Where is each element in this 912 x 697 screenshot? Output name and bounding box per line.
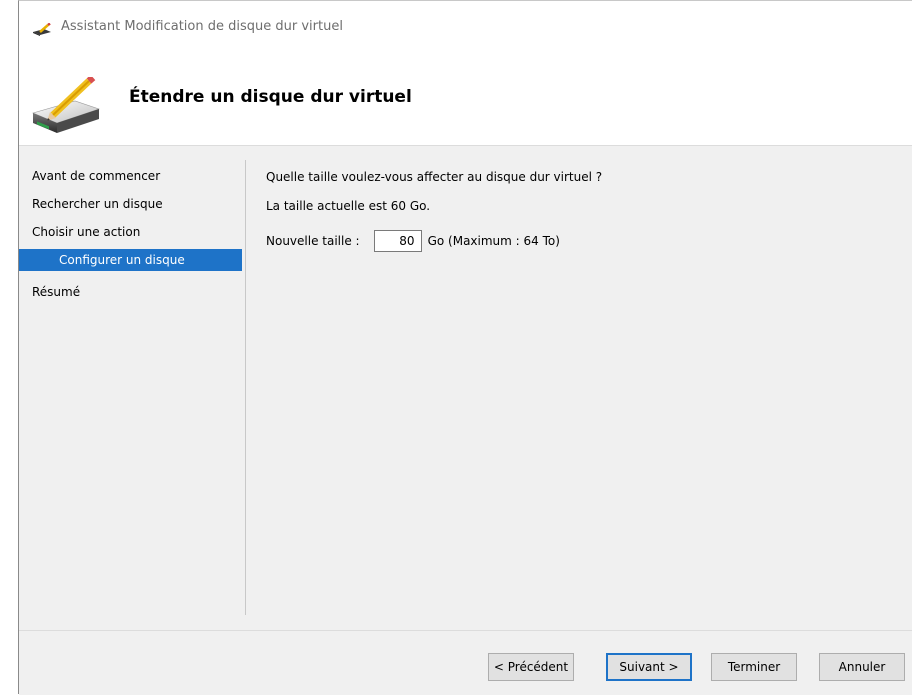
button-bar: < Précédent Suivant > Terminer Annuler xyxy=(19,630,912,697)
disk-pencil-icon xyxy=(32,22,52,37)
main-panel: Quelle taille voulez-vous affecter au di… xyxy=(266,146,912,616)
wizard-window: Assistant Modification de disque dur vir… xyxy=(18,0,912,695)
new-size-label: Nouvelle taille : xyxy=(266,234,360,248)
sidebar-item-resume[interactable]: Résumé xyxy=(19,281,242,303)
wizard-content: Avant de commencer Rechercher un disque … xyxy=(19,145,912,695)
sidebar-item-choisir-une-action[interactable]: Choisir une action xyxy=(19,221,242,243)
disk-pencil-large-icon xyxy=(31,74,101,135)
current-size-text: La taille actuelle est 60 Go. xyxy=(266,199,431,213)
wizard-steps-sidebar: Avant de commencer Rechercher un disque … xyxy=(19,146,242,616)
previous-button[interactable]: < Précédent xyxy=(488,653,574,681)
new-size-input[interactable] xyxy=(373,230,422,252)
new-size-unit: Go (Maximum : 64 To) xyxy=(427,234,560,248)
wizard-header: Étendre un disque dur virtuel xyxy=(19,49,912,145)
sidebar-divider xyxy=(245,160,246,615)
cancel-button[interactable]: Annuler xyxy=(819,653,905,681)
new-size-row: Nouvelle taille : Go (Maximum : 64 To) xyxy=(266,230,560,252)
page-title: Étendre un disque dur virtuel xyxy=(129,87,412,107)
title-bar: Assistant Modification de disque dur vir… xyxy=(19,1,912,49)
finish-button[interactable]: Terminer xyxy=(711,653,797,681)
window-title: Assistant Modification de disque dur vir… xyxy=(61,19,343,34)
next-button[interactable]: Suivant > xyxy=(606,653,692,681)
sidebar-item-configurer-un-disque[interactable]: Configurer un disque xyxy=(19,249,242,271)
sidebar-item-rechercher-un-disque[interactable]: Rechercher un disque xyxy=(19,193,242,215)
size-question: Quelle taille voulez-vous affecter au di… xyxy=(266,170,603,184)
sidebar-item-avant-de-commencer[interactable]: Avant de commencer xyxy=(19,165,242,187)
